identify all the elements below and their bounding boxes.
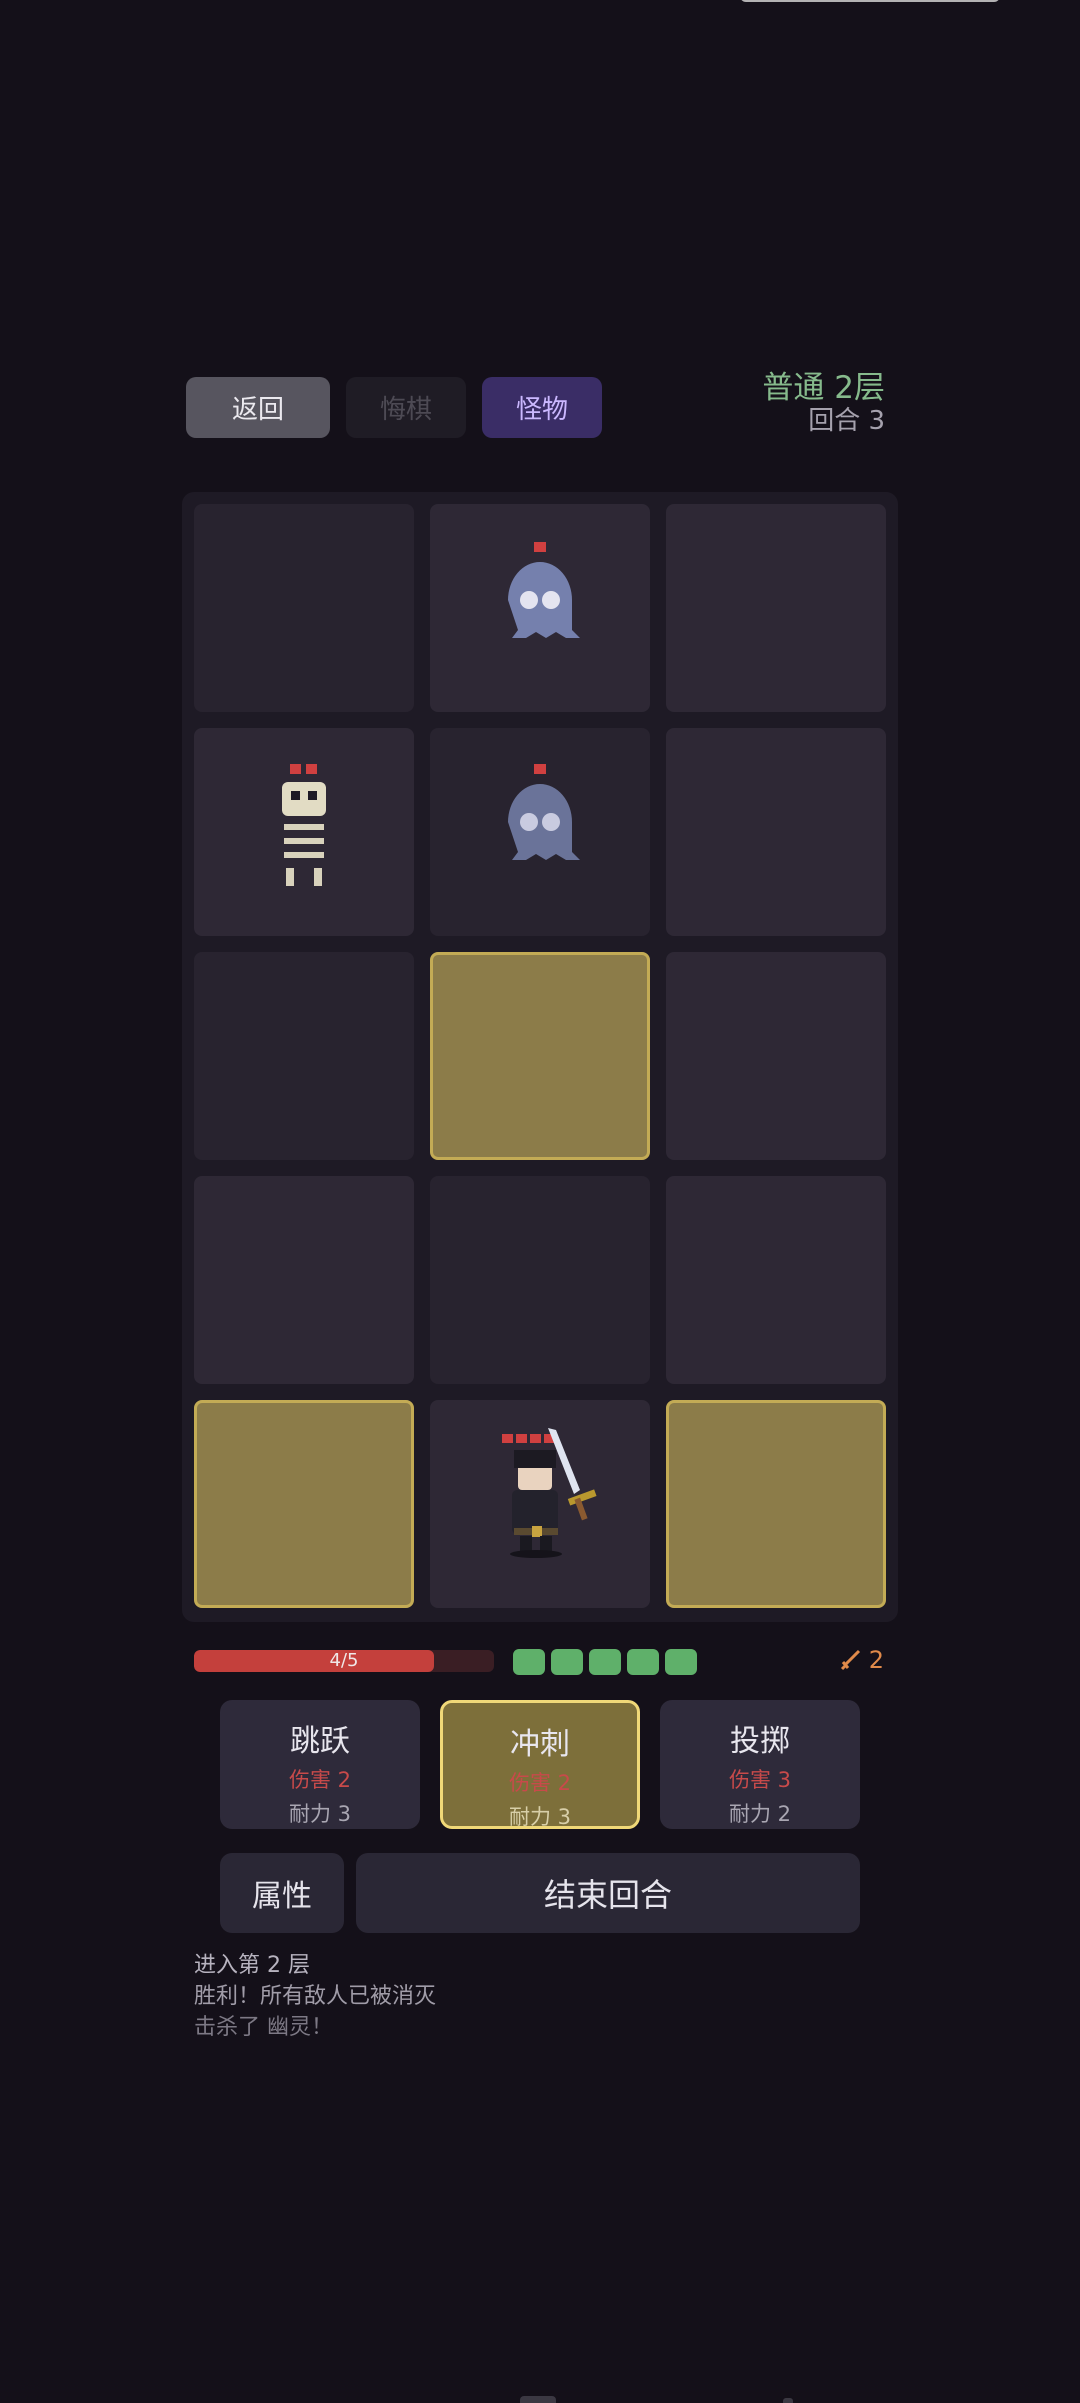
board-cell-1-0[interactable] xyxy=(194,728,414,936)
back-button[interactable]: 返回 xyxy=(186,377,330,438)
board-cell-4-2-target[interactable] xyxy=(666,1400,886,1608)
status-icons xyxy=(740,0,1000,2)
ghost-hp-pip xyxy=(534,764,546,774)
stamina-pips xyxy=(513,1649,697,1675)
skill-card-jump[interactable]: 跳跃 伤害 2 耐力 3 xyxy=(220,1700,420,1829)
status-bar xyxy=(0,0,1080,10)
skill-damage: 伤害 2 xyxy=(288,1768,352,1792)
sword-icon xyxy=(840,1649,860,1671)
hero-hp-pip xyxy=(530,1434,541,1443)
skill-card-throw[interactable]: 投掷 伤害 3 耐力 2 xyxy=(660,1700,860,1829)
hero-hp-pip xyxy=(502,1434,513,1443)
skeleton-icon[interactable] xyxy=(194,728,414,936)
board-cell-2-0[interactable] xyxy=(194,952,414,1160)
log-entry: 进入第 2 层 xyxy=(194,1953,310,1978)
game-screen: 返回 悔棋 怪物 普通 2层 回合 3 4/5 2 跳跃 伤害 2 耐力 3 冲… xyxy=(0,0,1080,2403)
skeleton-hp-pip xyxy=(290,764,301,774)
ghost-icon[interactable] xyxy=(430,728,650,936)
nav-bar-home-hint xyxy=(520,2396,556,2403)
stamina-pip xyxy=(589,1649,621,1675)
log-entry: 胜利！所有敌人已被消灭 xyxy=(194,1984,437,2009)
board-cell-3-2[interactable] xyxy=(666,1176,886,1384)
attack-indicator: 2 xyxy=(839,1646,884,1674)
skill-stamina: 耐力 2 xyxy=(728,1802,792,1826)
board-cell-0-0[interactable] xyxy=(194,504,414,712)
board-cell-3-0[interactable] xyxy=(194,1176,414,1384)
ghost-icon[interactable] xyxy=(430,504,650,712)
board-cell-4-1[interactable] xyxy=(430,1400,650,1608)
game-board xyxy=(182,492,898,1622)
hero-icon[interactable] xyxy=(430,1400,650,1608)
skill-name: 投掷 xyxy=(730,1724,790,1759)
board-cell-2-1-target[interactable] xyxy=(430,952,650,1160)
nav-bar-back-hint xyxy=(783,2398,793,2403)
round-counter: 回合 3 xyxy=(808,406,885,436)
hp-bar: 4/5 xyxy=(194,1650,494,1672)
attack-value: 2 xyxy=(868,1646,884,1674)
board-cell-3-1[interactable] xyxy=(430,1176,650,1384)
board-cell-1-2[interactable] xyxy=(666,728,886,936)
hp-text: 4/5 xyxy=(329,1650,359,1671)
monster-button[interactable]: 怪物 xyxy=(482,377,602,438)
board-cell-1-1[interactable] xyxy=(430,728,650,936)
board-cell-0-1[interactable] xyxy=(430,504,650,712)
event-log: 进入第 2 层 胜利！所有敌人已被消灭 击杀了 幽灵！ xyxy=(194,1950,436,2043)
skeleton-hp-pip xyxy=(306,764,317,774)
board-cell-2-2[interactable] xyxy=(666,952,886,1160)
board-cell-4-0-target[interactable] xyxy=(194,1400,414,1608)
end-turn-button[interactable]: 结束回合 xyxy=(356,1853,860,1933)
stamina-pip xyxy=(513,1649,545,1675)
stamina-pip xyxy=(665,1649,697,1675)
hero-hp-pip xyxy=(516,1434,527,1443)
skill-name: 冲刺 xyxy=(510,1727,570,1762)
attributes-button[interactable]: 属性 xyxy=(220,1853,344,1933)
skill-name: 跳跃 xyxy=(290,1724,350,1759)
stamina-pip xyxy=(551,1649,583,1675)
stamina-pip xyxy=(627,1649,659,1675)
skill-stamina: 耐力 3 xyxy=(508,1805,572,1829)
board-cell-0-2[interactable] xyxy=(666,504,886,712)
skill-damage: 伤害 3 xyxy=(728,1768,792,1792)
log-entry: 击杀了 幽灵！ xyxy=(194,2015,333,2040)
skill-card-dash[interactable]: 冲刺 伤害 2 耐力 3 xyxy=(440,1700,640,1829)
skill-damage: 伤害 2 xyxy=(508,1771,572,1795)
skill-stamina: 耐力 3 xyxy=(288,1802,352,1826)
ghost-hp-pip xyxy=(534,542,546,552)
undo-button[interactable]: 悔棋 xyxy=(346,377,466,438)
